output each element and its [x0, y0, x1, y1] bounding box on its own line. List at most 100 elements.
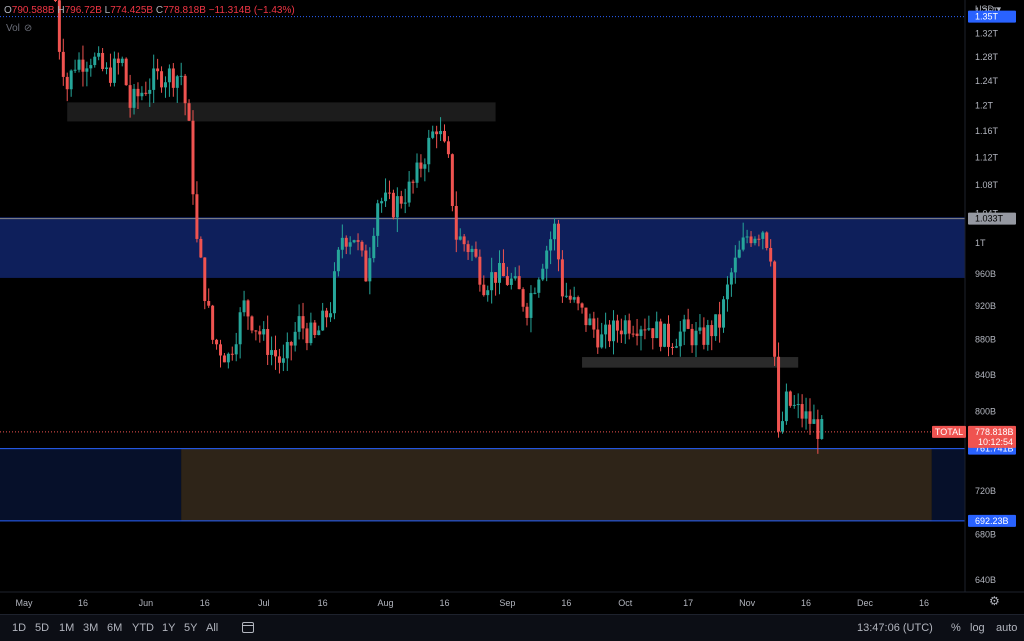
- candle-body: [808, 411, 812, 424]
- candle-body: [639, 329, 643, 336]
- timeframe-5y[interactable]: 5Y: [184, 622, 197, 634]
- timeframe-1d[interactable]: 1D: [12, 622, 26, 634]
- candle-body: [348, 242, 352, 247]
- candle-body: [175, 76, 179, 88]
- countdown-tag: 10:12:54: [978, 437, 1013, 447]
- x-tick-label: 16: [200, 598, 210, 608]
- candle-body: [207, 301, 211, 306]
- candle-body: [505, 276, 509, 285]
- candle-body: [112, 58, 116, 83]
- candle-body: [116, 58, 120, 63]
- candle-body: [254, 330, 258, 332]
- close-value: 778.818B: [163, 5, 206, 16]
- candle-body: [643, 329, 647, 331]
- percent-toggle[interactable]: %: [951, 622, 961, 634]
- candle-body: [655, 321, 659, 339]
- candle-body: [336, 249, 340, 272]
- timeframe-1y[interactable]: 1Y: [162, 622, 175, 634]
- candle-body: [749, 236, 753, 244]
- candle-body: [53, 0, 57, 1]
- timeframe-5d[interactable]: 5D: [35, 622, 49, 634]
- candle-body: [352, 240, 356, 243]
- log-toggle[interactable]: log: [970, 622, 985, 634]
- candle-body: [450, 154, 454, 206]
- candle-body: [702, 327, 706, 345]
- timeframe-1m[interactable]: 1M: [59, 622, 74, 634]
- candle-body: [820, 419, 824, 439]
- low-value: 774.425B: [110, 5, 154, 16]
- candle-body: [670, 346, 674, 348]
- x-tick-label: Jul: [258, 598, 270, 608]
- candle-body: [745, 236, 749, 238]
- candle-body: [796, 404, 800, 406]
- candle-body: [305, 328, 309, 344]
- timeframe-3m[interactable]: 3M: [83, 622, 98, 634]
- candle-body: [246, 300, 250, 317]
- candle-body: [69, 70, 73, 90]
- candle-body: [89, 65, 93, 69]
- candle-body: [332, 271, 336, 314]
- candle-body: [85, 68, 89, 72]
- candle-body: [647, 328, 651, 330]
- last-price-tag: 778.818B: [975, 427, 1014, 437]
- candle-body: [761, 232, 765, 239]
- timeframe-all[interactable]: All: [206, 622, 218, 634]
- candle-body: [258, 331, 262, 335]
- candle-body: [384, 192, 388, 202]
- x-tick-label: 16: [801, 598, 811, 608]
- candle-body: [533, 292, 537, 294]
- bottom-toolbar: 1D 5D 1M 3M 6M YTD 1Y 5Y All 13:47:06 (U…: [0, 614, 1024, 641]
- candle-body: [541, 268, 545, 280]
- candle-body: [769, 247, 773, 262]
- calendar-icon[interactable]: [242, 622, 254, 633]
- level-tag-label: 692.23B: [975, 516, 1009, 526]
- y-tick-label: 640B: [975, 575, 996, 585]
- chart-canvas[interactable]: 1.36T1.32T1.28T1.24T1.2T1.16T1.12T1.08T1…: [0, 0, 1024, 614]
- candle-body: [325, 310, 329, 318]
- clock-time[interactable]: 13:47:06 (UTC): [857, 622, 933, 634]
- candle-body: [490, 272, 494, 291]
- candle-body: [167, 68, 171, 83]
- candle-body: [411, 181, 415, 183]
- candle-body: [623, 320, 627, 335]
- y-tick-label: 880B: [975, 335, 996, 345]
- candle-body: [486, 290, 490, 296]
- candle-body: [529, 293, 533, 318]
- candle-body: [788, 391, 792, 406]
- candle-body: [615, 320, 619, 331]
- y-tick-label: 800B: [975, 407, 996, 417]
- y-tick-label: 1.16T: [975, 126, 999, 136]
- timeframe-ytd[interactable]: YTD: [132, 622, 154, 634]
- candle-body: [478, 256, 482, 285]
- candle-body: [596, 329, 600, 348]
- candle-body: [293, 331, 297, 346]
- candle-body: [128, 85, 132, 108]
- timeframe-6m[interactable]: 6M: [107, 622, 122, 634]
- candle-body: [226, 353, 230, 363]
- candle-body: [222, 355, 226, 363]
- candle-body: [105, 67, 109, 69]
- candle-body: [195, 194, 199, 239]
- gear-icon[interactable]: ⚙: [989, 594, 1000, 608]
- candle-body: [608, 324, 612, 342]
- series-name-tag: TOTAL: [935, 427, 963, 437]
- candle-body: [674, 346, 678, 348]
- candle-body: [93, 56, 97, 66]
- candle-body: [407, 181, 411, 203]
- candle-body: [250, 316, 254, 331]
- y-tick-label: 1.28T: [975, 52, 999, 62]
- candle-body: [729, 272, 733, 285]
- candle-body: [568, 295, 572, 300]
- zone-support-brown: [181, 448, 932, 522]
- candle-body: [152, 68, 156, 90]
- candle-body: [211, 305, 215, 340]
- x-tick-label: Jun: [139, 598, 154, 608]
- candle-body: [706, 325, 710, 345]
- candle-body: [678, 331, 682, 347]
- candle-body: [140, 92, 144, 97]
- eye-slash-icon[interactable]: ⊘: [24, 23, 32, 34]
- x-tick-label: Sep: [499, 598, 515, 608]
- auto-toggle[interactable]: auto: [996, 622, 1017, 634]
- volume-legend[interactable]: Vol ⊘: [6, 23, 32, 34]
- candle-body: [344, 237, 348, 247]
